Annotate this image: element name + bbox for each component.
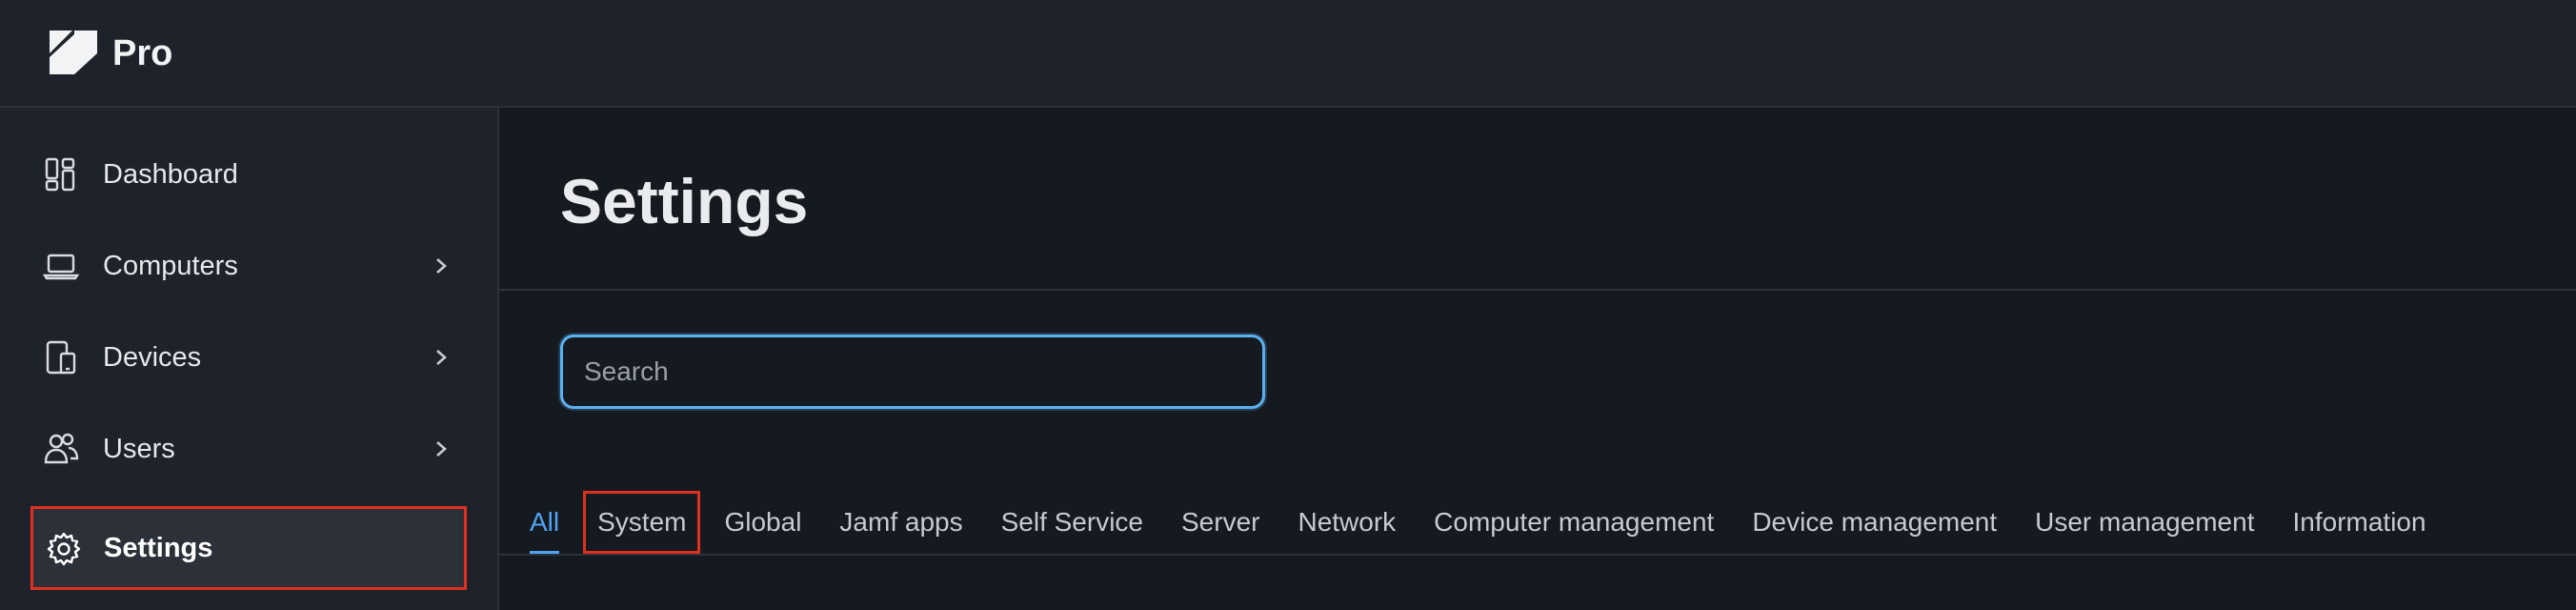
sidebar-item-dashboard[interactable]: Dashboard (0, 129, 497, 220)
chevron-right-icon (436, 258, 447, 274)
sidebar-item-label: Dashboard (103, 159, 238, 190)
sidebar-item-settings[interactable]: Settings (30, 506, 467, 590)
sidebar-item-computers[interactable]: Computers (0, 220, 497, 312)
page-title: Settings (560, 166, 809, 236)
tab-self-service[interactable]: Self Service (1001, 494, 1143, 551)
tab-server[interactable]: Server (1181, 494, 1259, 551)
tab-computer-management[interactable]: Computer management (1434, 494, 1714, 551)
chevron-right-icon (436, 350, 447, 365)
sidebar-item-label: Devices (103, 342, 202, 373)
tab-jamf-apps[interactable]: Jamf apps (839, 494, 962, 551)
brand-name: Pro (112, 33, 173, 73)
divider (499, 554, 2576, 556)
sidebar-item-users[interactable]: Users (0, 403, 497, 495)
tab-global[interactable]: Global (724, 494, 801, 551)
tab-all[interactable]: All (530, 494, 560, 555)
devices-icon (46, 340, 76, 375)
tab-network[interactable]: Network (1298, 494, 1396, 551)
gear-icon (47, 532, 81, 566)
jamf-logo-icon[interactable] (48, 29, 99, 78)
top-bar: Pro (0, 0, 2576, 108)
tab-device-management[interactable]: Device management (1752, 494, 1997, 551)
divider (499, 289, 2576, 291)
laptop-icon (42, 254, 80, 280)
sidebar: Dashboard Computers Devices Users Settin… (0, 108, 499, 610)
tab-information[interactable]: Information (2292, 494, 2425, 551)
main-content: Settings All System Global Jamf apps Sel… (499, 108, 2576, 610)
chevron-right-icon (436, 441, 447, 457)
search-input[interactable] (560, 335, 1265, 409)
settings-tabs: All System Global Jamf apps Self Service… (530, 489, 2568, 556)
sidebar-item-label: Settings (104, 533, 213, 563)
sidebar-item-label: Computers (103, 251, 238, 281)
sidebar-item-devices[interactable]: Devices (0, 312, 497, 403)
sidebar-item-label: Users (103, 434, 175, 464)
users-icon (44, 433, 79, 464)
tab-system[interactable]: System (583, 491, 701, 554)
dashboard-icon (45, 157, 75, 192)
tab-user-management[interactable]: User management (2035, 494, 2254, 551)
